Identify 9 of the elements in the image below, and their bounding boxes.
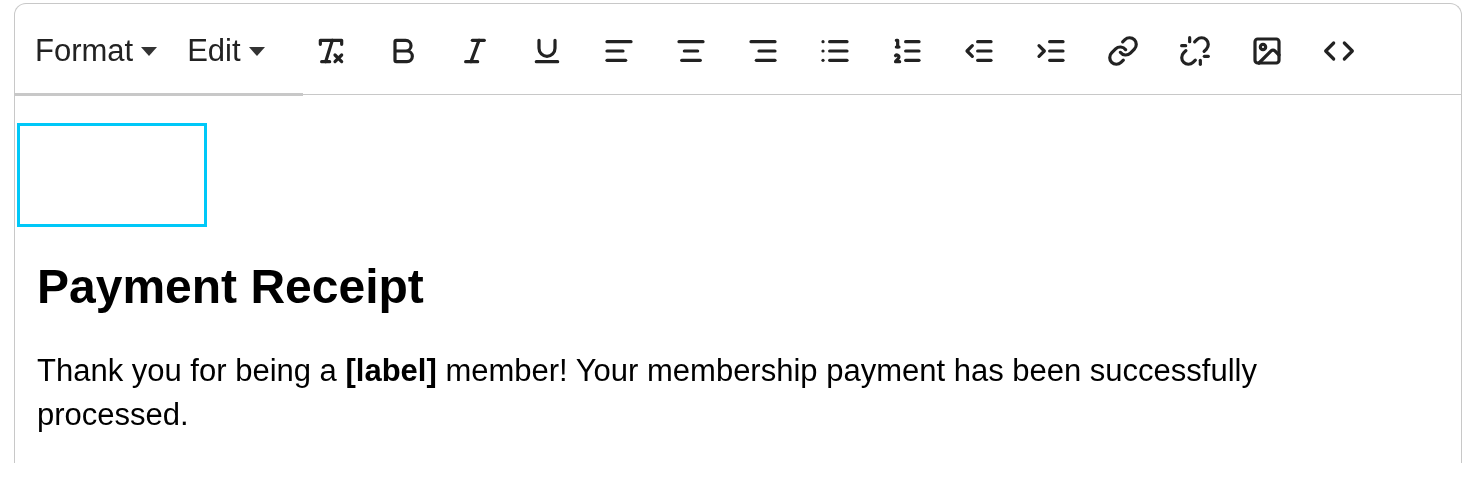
caret-icon: [248, 47, 265, 56]
caret-icon: [141, 47, 158, 56]
heading: Payment Receipt: [37, 259, 425, 315]
image-icon: [1251, 35, 1284, 67]
menu-button[interactable]: Edit: [187, 22, 265, 75]
menu-button[interactable]: Format: [35, 22, 158, 75]
paragraph: Thank you for being a [label] member! Your membership payment has been successfully processed.: [37, 352, 1258, 434]
link-icon: [1107, 35, 1140, 67]
unlink-icon: [1179, 35, 1212, 67]
